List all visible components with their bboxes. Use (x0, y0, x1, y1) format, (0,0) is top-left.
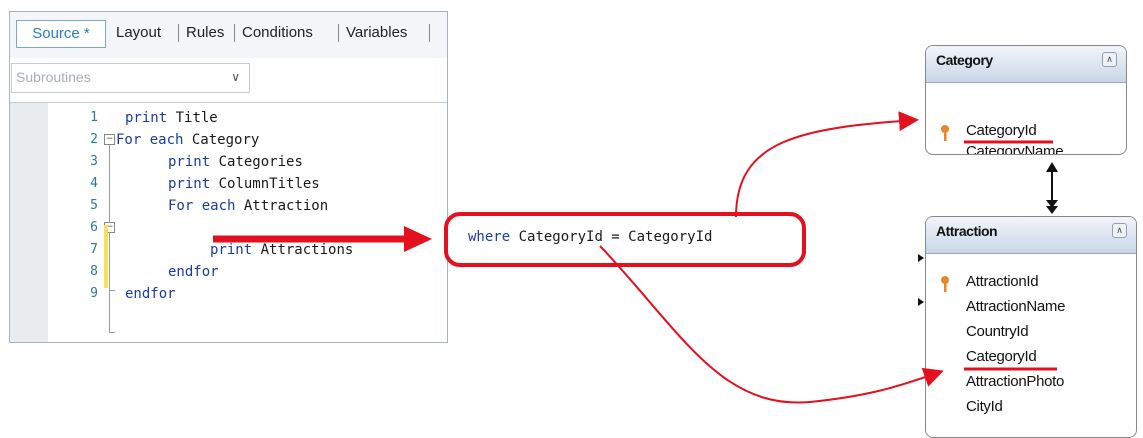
relationship-arrow-icon (1046, 162, 1058, 172)
link-arrow-attraction (599, 245, 944, 404)
connector-stub-icon (918, 298, 924, 306)
relationship-arrow-icon (1046, 206, 1058, 214)
link-arrow-category (735, 111, 919, 218)
pointer-arrowhead (404, 226, 432, 252)
annotation-overlay (213, 111, 1058, 404)
connector-stub-icon (918, 254, 924, 262)
